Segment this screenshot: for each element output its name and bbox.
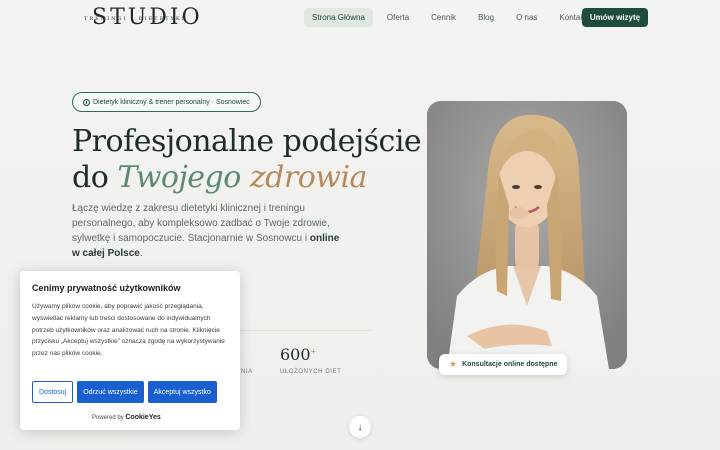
cookie-accept-button[interactable]: Akceptuj wszystko — [147, 381, 217, 403]
hero-lead: Łączę wiedzę z zakresu dietetyki klinicz… — [72, 201, 347, 261]
title-do: do — [72, 160, 109, 195]
nav-item-about[interactable]: O nas — [508, 8, 545, 27]
powered-by: Powered by CookieYes — [92, 414, 161, 421]
main-menu: Strona Główna Oferta Cennik Blog O nas K… — [304, 8, 601, 27]
logo[interactable]: STUDIO TRENINGI I DIETETYKI — [82, 6, 202, 30]
title-line1: Profesjonalne podejście — [72, 124, 422, 159]
scroll-down-button[interactable]: ↓ — [349, 416, 371, 438]
online-consultation-badge: ★ Konsultacje online dostępne — [439, 354, 568, 375]
stat-label: UŁOŻONYCH DIET — [280, 369, 342, 375]
portrait-illustration — [427, 101, 627, 369]
powered-by-text: Powered by — [92, 415, 124, 421]
nav-item-offer[interactable]: Oferta — [379, 8, 417, 27]
nav-item-home[interactable]: Strona Główna — [304, 8, 373, 27]
title-accent-2: zdrowia — [249, 160, 368, 195]
stat-number: 600 — [280, 345, 311, 364]
cookie-customize-button[interactable]: Dostosuj — [32, 381, 74, 403]
logo-sub: TRENINGI I DIETETYKI — [84, 16, 186, 22]
cookieyes-logo[interactable]: CookieYes — [125, 414, 160, 421]
info-icon — [83, 98, 90, 106]
nav-item-blog[interactable]: Blog — [470, 8, 502, 27]
nav-item-pricing[interactable]: Cennik — [423, 8, 464, 27]
photo-badge-text: Konsultacje online dostępne — [462, 361, 558, 368]
hero-badge: Dietetyk kliniczny & trener personalny ·… — [72, 92, 261, 112]
book-visit-button[interactable]: Umów wizytę — [582, 8, 648, 27]
star-icon: ★ — [449, 359, 458, 369]
hero-photo — [427, 101, 627, 369]
page-title: Profesjonalne podejście do Twojego zdrow… — [72, 124, 422, 196]
cookie-title: Cenimy prywatność użytkowników — [32, 283, 181, 293]
stat-value: 600+ — [280, 345, 316, 364]
cookie-buttons: Dostosuj Odrzuć wszystkie Akceptuj wszys… — [32, 381, 217, 403]
cookie-reject-button[interactable]: Odrzuć wszystkie — [77, 381, 144, 403]
title-accent-1: Twojego — [117, 160, 241, 195]
arrow-down-icon: ↓ — [357, 421, 363, 433]
cookie-banner: Cenimy prywatność użytkowników Używamy p… — [20, 271, 240, 430]
hero-badge-text: Dietetyk kliniczny & trener personalny ·… — [93, 98, 250, 106]
top-nav: STUDIO TRENINGI I DIETETYKI Strona Główn… — [0, 0, 720, 36]
cookie-text: Używamy plików cookie, aby poprawić jako… — [32, 303, 225, 358]
lead-text: Łączę wiedzę z zakresu dietetyki klinicz… — [72, 203, 330, 244]
stat-suffix: + — [310, 347, 317, 356]
lead-end: . — [139, 248, 143, 259]
